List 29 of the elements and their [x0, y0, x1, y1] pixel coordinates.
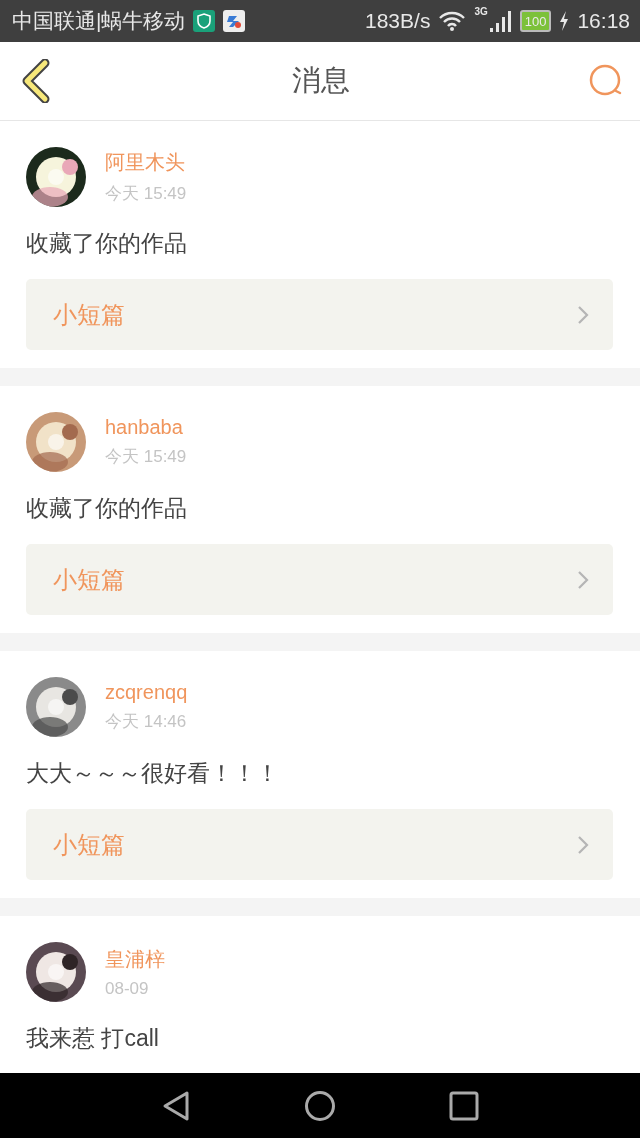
user-name[interactable]: 阿里木头 [105, 149, 187, 176]
message-time: 今天 14:46 [105, 711, 188, 733]
work-link[interactable]: 小短篇 [26, 544, 613, 615]
page-title: 消息 [292, 63, 350, 98]
clock: 16:18 [577, 9, 630, 33]
chevron-icon [577, 304, 589, 325]
network-type: 3G [474, 6, 488, 17]
message-text: 我来惹 打call [26, 1024, 160, 1052]
carrier-name: 中国联通|蜗牛移动 [12, 8, 186, 34]
chevron-icon [577, 569, 589, 590]
user-name[interactable]: zcqrenqq [105, 681, 188, 704]
wifi-icon [438, 11, 467, 31]
work-link[interactable]: 小短篇 [26, 809, 613, 880]
battery-level: 100 [519, 10, 552, 32]
message-text: 大大～～～很好看！！！ [26, 759, 280, 787]
chevron-icon [577, 834, 589, 855]
message-time: 今天 15:49 [105, 183, 187, 205]
charging-icon [559, 11, 570, 31]
message-time: 08-09 [105, 978, 150, 999]
message-time: 今天 15:49 [105, 446, 187, 468]
work-link[interactable]: 小短篇 [26, 279, 613, 350]
message-text: 收藏了你的作品 [26, 494, 188, 522]
network-speed: 183B/s [365, 9, 431, 33]
shield-icon [193, 10, 216, 32]
app-icon [223, 10, 246, 32]
signal-icon [489, 10, 512, 32]
message-text: 收藏了你的作品 [26, 229, 188, 257]
user-name[interactable]: hanbaba [105, 416, 187, 439]
user-name[interactable]: 皇浦梓 [105, 945, 165, 973]
